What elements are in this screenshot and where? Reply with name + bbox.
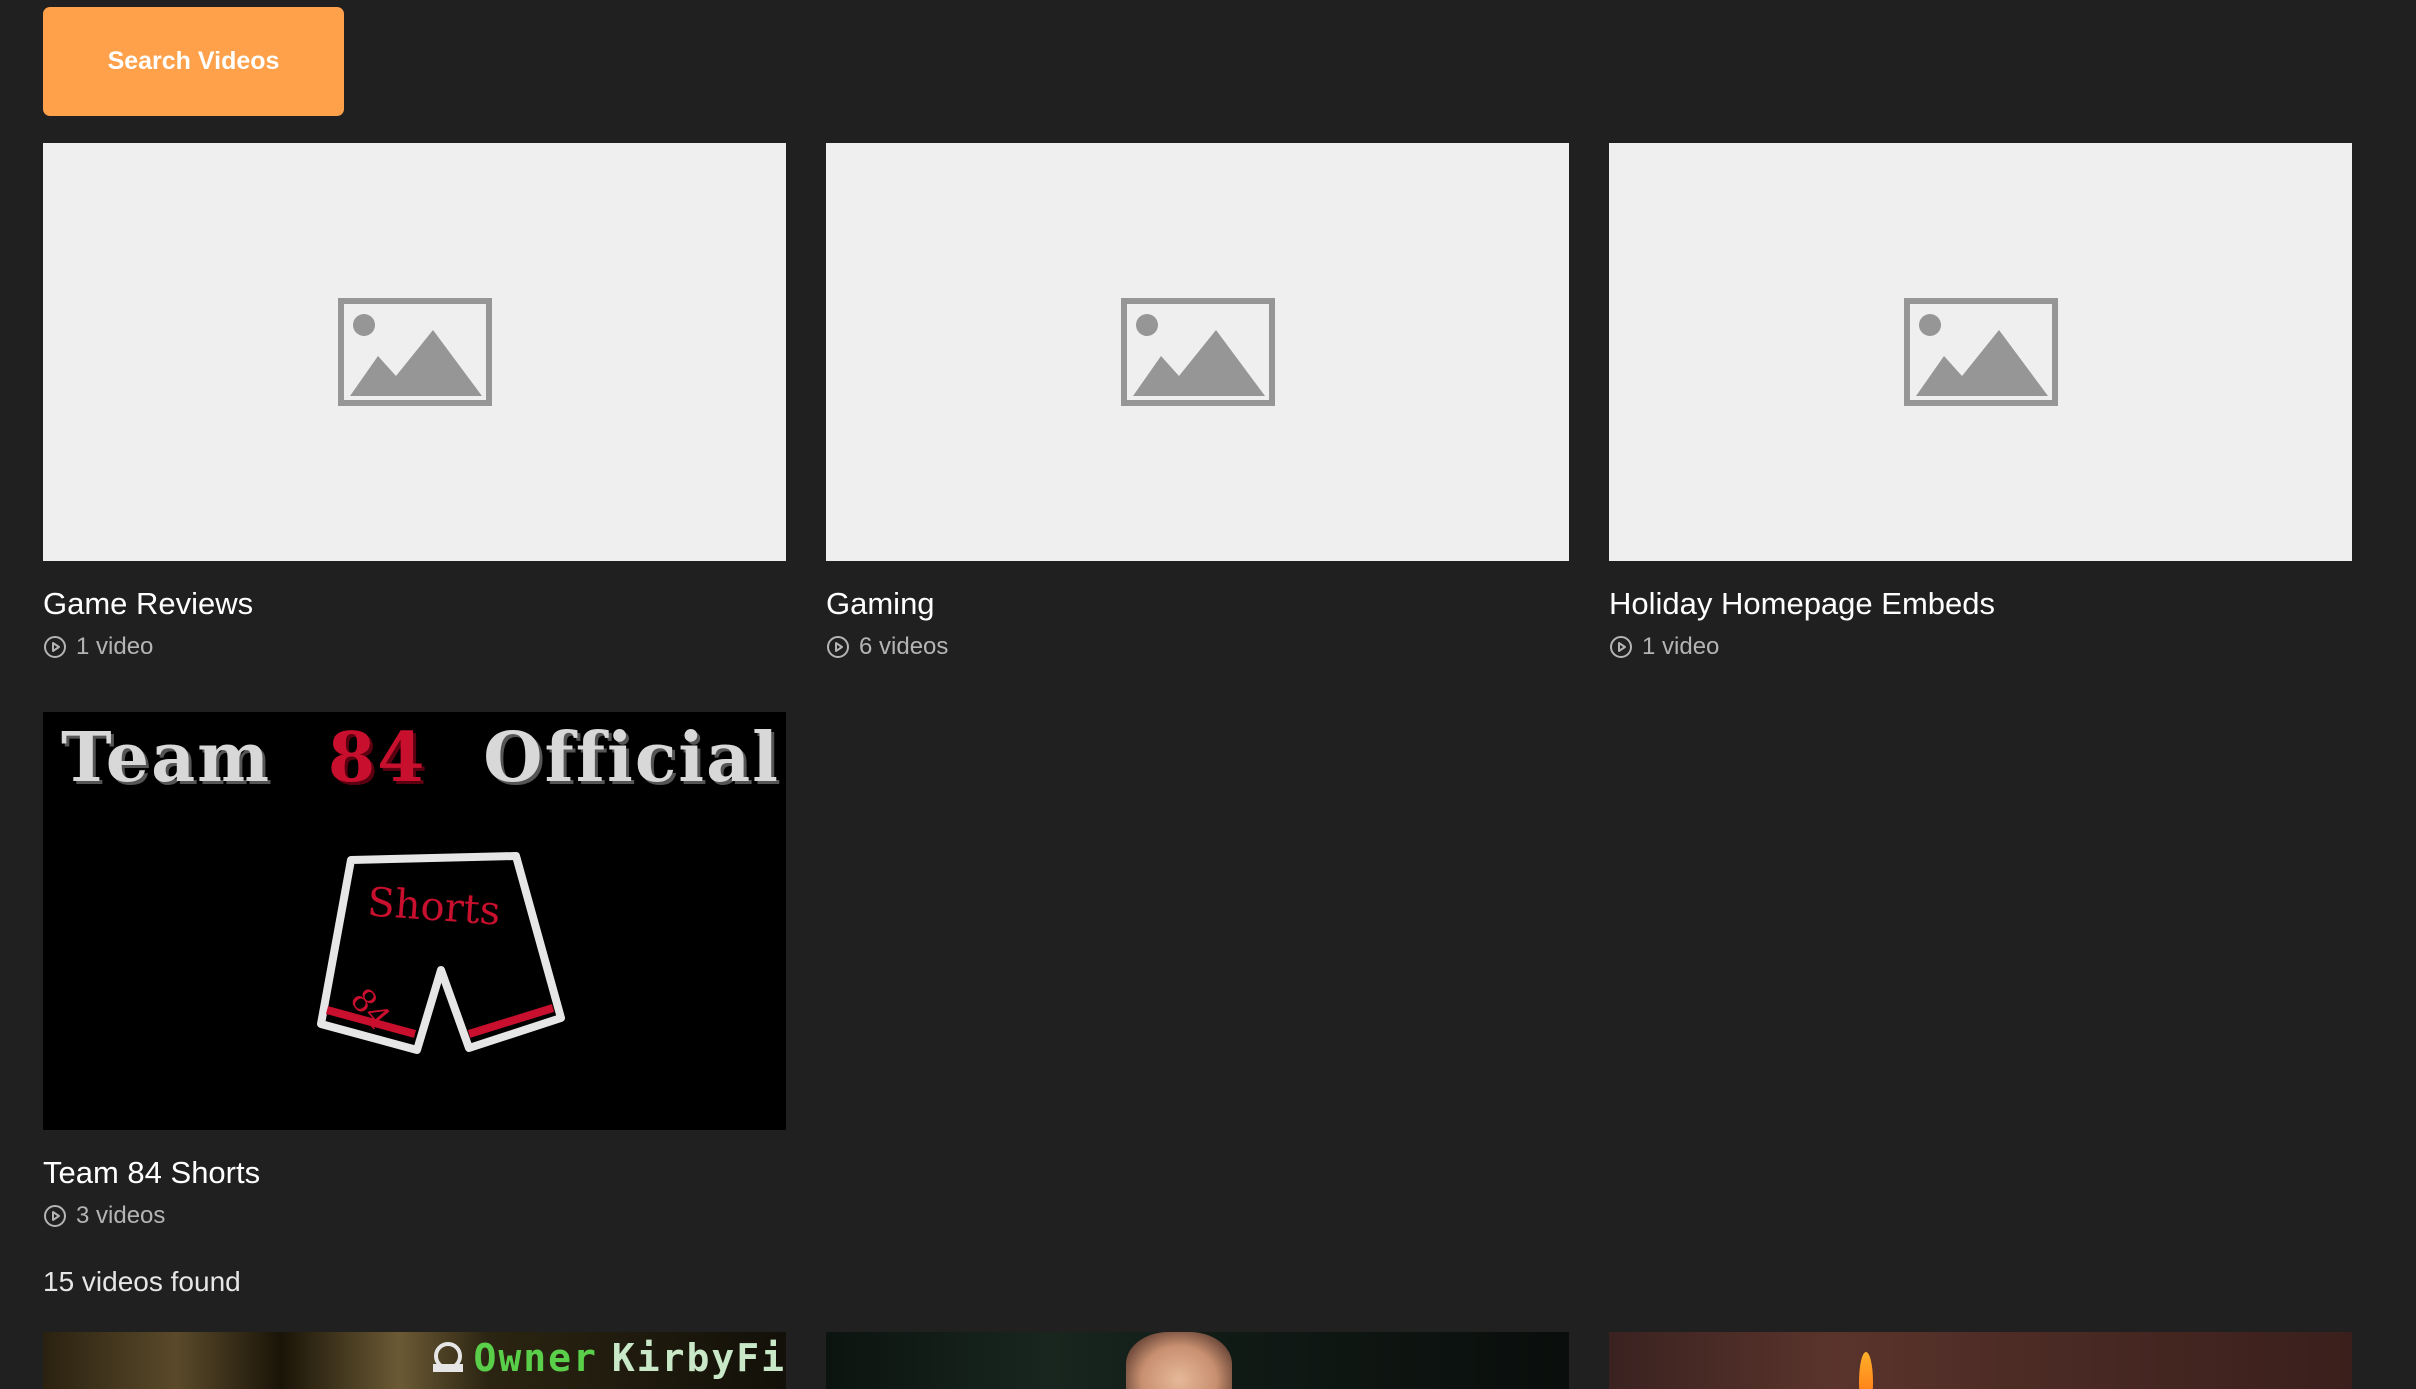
overlay-owner-label: Owner	[473, 1336, 598, 1380]
playlist-card-team-84-shorts[interactable]: Team 84 Official Shorts 84 Team 84 Short…	[43, 712, 786, 1230]
placeholder-image-icon	[1903, 298, 2058, 406]
person-face-image	[1126, 1332, 1232, 1389]
overlay-owner-name: KirbyFi	[611, 1336, 786, 1380]
thumbnail-overlay-text: Owner KirbyFi	[429, 1336, 786, 1380]
thumbnail-word-team: Team	[61, 718, 272, 798]
svg-text:Shorts: Shorts	[366, 879, 502, 934]
playlist-thumbnail[interactable]	[826, 143, 1569, 561]
video-count-text: 6 videos	[859, 633, 949, 660]
video-thumbnail[interactable]	[1609, 1332, 2352, 1389]
playlist-title[interactable]: Gaming	[826, 584, 1569, 624]
flame-image	[1859, 1352, 1873, 1389]
placeholder-image-icon	[337, 298, 492, 406]
video-count-text: 3 videos	[76, 1202, 166, 1229]
video-thumbnail[interactable]: Owner KirbyFi	[43, 1332, 786, 1389]
playlist-video-count: 1 video	[43, 633, 786, 661]
playlist-video-count: 1 video	[1609, 633, 2352, 661]
video-thumbnail[interactable]	[826, 1332, 1569, 1389]
play-circle-icon	[1609, 635, 1633, 659]
playlist-card-game-reviews[interactable]: Game Reviews 1 video	[43, 143, 786, 712]
video-library-page: Search Videos Game Reviews 1 video Gamin…	[0, 0, 2416, 1389]
search-videos-button[interactable]: Search Videos	[43, 7, 344, 116]
play-circle-icon	[43, 635, 67, 659]
playlist-title[interactable]: Holiday Homepage Embeds	[1609, 584, 2352, 624]
playlist-grid: Game Reviews 1 video Gaming 6 videos Hol…	[43, 143, 2353, 1230]
shorts-drawing-icon: Shorts 84	[317, 852, 565, 1054]
thumbnail-number: 84	[327, 718, 427, 798]
thumbnail-banner-text: Team 84 Official	[61, 718, 780, 798]
video-count-text: 1 video	[76, 633, 154, 660]
play-circle-icon	[43, 1204, 67, 1228]
video-count-text: 1 video	[1642, 633, 1720, 660]
thumbnail-word-official: Official	[483, 718, 780, 798]
playlist-title[interactable]: Team 84 Shorts	[43, 1153, 786, 1193]
playlist-thumbnail[interactable]: Team 84 Official Shorts 84	[43, 712, 786, 1130]
playlist-thumbnail[interactable]	[43, 143, 786, 561]
video-grid: Owner KirbyFi	[43, 1332, 2353, 1389]
playlist-card-holiday-homepage-embeds[interactable]: Holiday Homepage Embeds 1 video	[1609, 143, 2352, 712]
play-circle-icon	[826, 635, 850, 659]
playlist-video-count: 3 videos	[43, 1202, 786, 1230]
playlist-video-count: 6 videos	[826, 633, 1569, 661]
placeholder-image-icon	[1120, 298, 1275, 406]
user-icon	[433, 1342, 464, 1372]
playlist-thumbnail[interactable]	[1609, 143, 2352, 561]
playlist-title[interactable]: Game Reviews	[43, 584, 786, 624]
results-count: 15 videos found	[43, 1266, 241, 1297]
playlist-card-gaming[interactable]: Gaming 6 videos	[826, 143, 1569, 712]
